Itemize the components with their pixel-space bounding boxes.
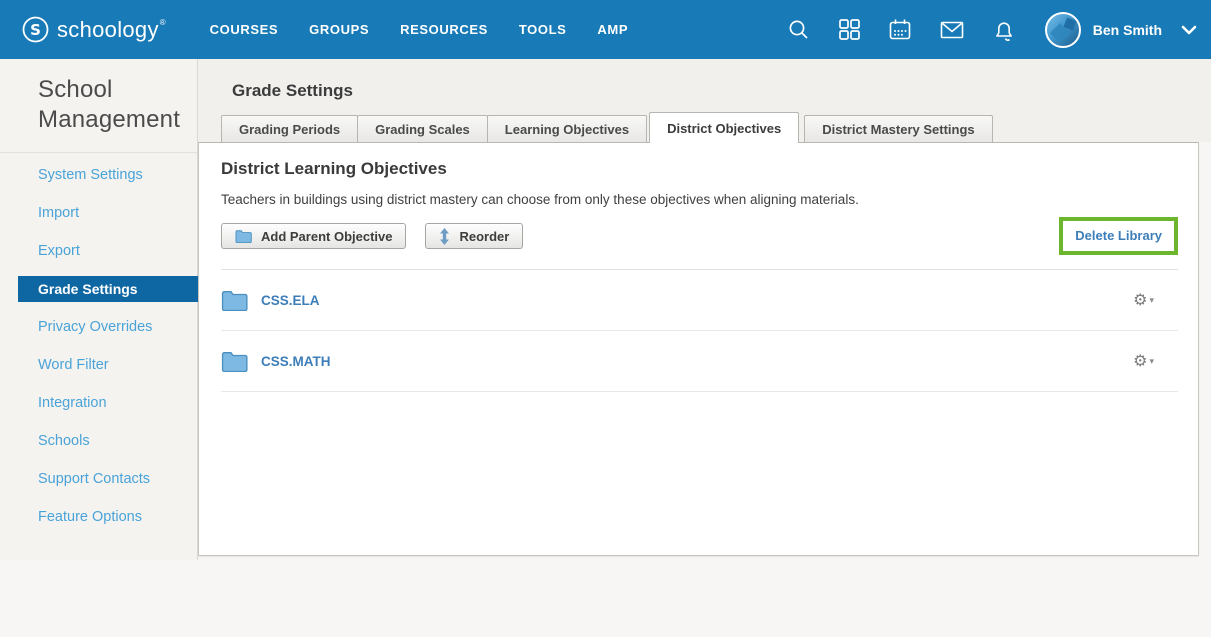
gear-dropdown[interactable]: ⚙▾ [1133, 290, 1154, 310]
primary-nav: COURSES GROUPS RESOURCES TOOLS AMP [210, 22, 628, 37]
add-parent-objective-button[interactable]: Add Parent Objective [221, 223, 406, 249]
delete-library-link[interactable]: Delete Library [1075, 228, 1162, 243]
sidebar-item-privacy-overrides[interactable]: Privacy Overrides [0, 308, 197, 346]
schoology-mark-icon: S [22, 16, 49, 43]
tab-bar: Grading Periods Grading Scales Learning … [221, 112, 992, 142]
nav-resources[interactable]: RESOURCES [400, 22, 488, 37]
main-panel: District Learning Objectives Teachers in… [198, 142, 1199, 556]
apps-grid-icon[interactable] [838, 18, 861, 41]
notifications-icon[interactable] [992, 18, 1016, 42]
user-name[interactable]: Ben Smith [1093, 22, 1162, 38]
navbar-right: Ben Smith [787, 12, 1197, 48]
sidebar-title: School Management [0, 59, 197, 135]
tab-grading-scales[interactable]: Grading Scales [357, 115, 488, 142]
sidebar-nav: System Settings Import Export Grade Sett… [0, 153, 197, 536]
nav-amp[interactable]: AMP [597, 22, 628, 37]
objective-row: CSS.ELA ⚙▾ [221, 270, 1178, 331]
top-navbar: S schoology ® COURSES GROUPS RESOURCES T… [0, 0, 1211, 59]
annotation-highlight-box: Delete Library [1059, 217, 1178, 255]
folder-icon [221, 289, 248, 311]
registered-mark: ® [160, 18, 166, 27]
toolbar: Add Parent Objective Reorder Delete Libr… [221, 217, 1178, 255]
brand-wordmark: schoology [57, 17, 159, 43]
svg-text:S: S [30, 21, 41, 39]
sidebar: School Management System Settings Import… [0, 59, 198, 560]
tab-district-objectives[interactable]: District Objectives [649, 112, 799, 143]
sidebar-item-system-settings[interactable]: System Settings [0, 156, 197, 194]
search-icon[interactable] [787, 18, 811, 42]
avatar[interactable] [1045, 12, 1081, 48]
sidebar-item-import[interactable]: Import [0, 194, 197, 232]
sidebar-item-export[interactable]: Export [0, 232, 197, 270]
calendar-icon[interactable] [888, 18, 912, 42]
add-parent-objective-label: Add Parent Objective [261, 229, 392, 244]
chevron-down-icon[interactable] [1181, 25, 1197, 35]
objectives-list: CSS.ELA ⚙▾ CSS.MATH ⚙▾ [221, 269, 1178, 392]
sidebar-item-support-contacts[interactable]: Support Contacts [0, 460, 197, 498]
tab-learning-objectives[interactable]: Learning Objectives [487, 115, 647, 142]
caret-down-icon: ▾ [1149, 356, 1154, 367]
schoology-logo[interactable]: S schoology ® [22, 16, 166, 43]
sidebar-item-integration[interactable]: Integration [0, 384, 197, 422]
folder-icon [235, 229, 252, 243]
reorder-label: Reorder [459, 229, 509, 244]
caret-down-icon: ▾ [1149, 295, 1154, 306]
section-description: Teachers in buildings using district mas… [221, 192, 1178, 207]
sidebar-item-feature-options[interactable]: Feature Options [0, 498, 197, 536]
objective-row: CSS.MATH ⚙▾ [221, 331, 1178, 392]
reorder-arrows-icon [439, 228, 450, 245]
objective-link[interactable]: CSS.MATH [261, 354, 331, 369]
objective-link[interactable]: CSS.ELA [261, 293, 320, 308]
gear-dropdown[interactable]: ⚙▾ [1133, 351, 1154, 371]
tab-district-mastery-settings[interactable]: District Mastery Settings [804, 115, 992, 142]
nav-groups[interactable]: GROUPS [309, 22, 369, 37]
page-header: Grade Settings Grading Periods Grading S… [198, 59, 1211, 142]
nav-tools[interactable]: TOOLS [519, 22, 567, 37]
sidebar-item-schools[interactable]: Schools [0, 422, 197, 460]
folder-icon [221, 350, 248, 372]
tab-grading-periods[interactable]: Grading Periods [221, 115, 358, 142]
sidebar-item-word-filter[interactable]: Word Filter [0, 346, 197, 384]
section-title: District Learning Objectives [221, 159, 1178, 179]
sidebar-item-grade-settings[interactable]: Grade Settings [18, 276, 198, 302]
page-title: Grade Settings [198, 59, 1211, 101]
messages-icon[interactable] [939, 17, 965, 43]
nav-courses[interactable]: COURSES [210, 22, 279, 37]
reorder-button[interactable]: Reorder [425, 223, 523, 249]
